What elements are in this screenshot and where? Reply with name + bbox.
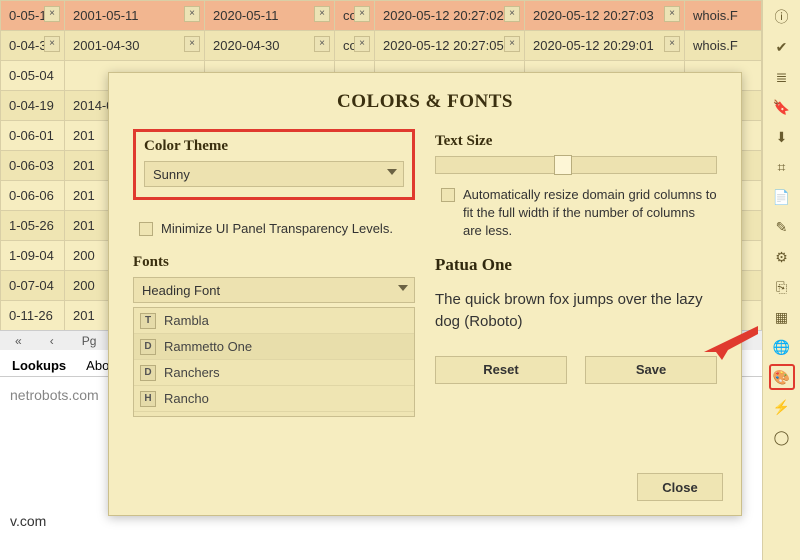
color-theme-select[interactable]: Sunny (144, 161, 404, 187)
sidebar-icon-1[interactable]: ✔ (769, 34, 795, 60)
sidebar-icon-0[interactable]: ⓘ (769, 4, 795, 30)
font-option[interactable]: D Ranchers (134, 360, 414, 386)
font-badge-icon: D (140, 365, 156, 381)
clear-filter-icon[interactable]: × (664, 36, 680, 52)
chevron-down-icon (387, 169, 397, 175)
clear-filter-icon[interactable]: × (184, 36, 200, 52)
font-option[interactable]: D Rammetto One (134, 334, 414, 360)
color-theme-highlight: Color Theme Sunny (133, 129, 415, 200)
clear-filter-icon[interactable]: × (314, 6, 330, 22)
slider-thumb[interactable] (554, 155, 572, 175)
auto-resize-label: Automatically resize domain grid columns… (463, 186, 717, 241)
sidebar-icon-4[interactable]: ⬇ (769, 124, 795, 150)
sidebar-icon-9[interactable]: ⎘ (769, 274, 795, 300)
sidebar-icon-3[interactable]: 🔖 (769, 94, 795, 120)
clear-filter-icon[interactable]: × (184, 6, 200, 22)
pager-first[interactable]: « (10, 333, 27, 349)
table-row[interactable]: 0-05-11×2001-05-11×2020-05-11×com×2020-0… (1, 1, 762, 31)
color-theme-value: Sunny (153, 167, 190, 182)
colors-fonts-dialog: COLORS & FONTS Color Theme Sunny Minimiz… (108, 72, 742, 516)
reset-button[interactable]: Reset (435, 356, 567, 384)
dialog-title: COLORS & FONTS (109, 73, 741, 129)
font-badge-icon: D (140, 339, 156, 355)
text-size-slider[interactable] (435, 156, 717, 174)
clear-filter-icon[interactable]: × (314, 36, 330, 52)
sidebar-icon-11[interactable]: 🌐 (769, 334, 795, 360)
sidebar-icon-7[interactable]: ✎ (769, 214, 795, 240)
save-button[interactable]: Save (585, 356, 717, 384)
text-size-label: Text Size (435, 133, 717, 150)
clear-filter-icon[interactable]: × (354, 6, 370, 22)
tab-lookups[interactable]: Lookups (12, 358, 66, 373)
font-role-value: Heading Font (142, 283, 220, 298)
minimize-transparency-checkbox[interactable] (139, 222, 153, 236)
sidebar-icon-14[interactable]: ◯ (769, 424, 795, 450)
clear-filter-icon[interactable]: × (44, 6, 60, 22)
sidebar-icon-12[interactable]: 🎨 (769, 364, 795, 390)
sidebar-icon-6[interactable]: 📄 (769, 184, 795, 210)
clear-filter-icon[interactable]: × (354, 36, 370, 52)
sidebar-icon-13[interactable]: ⚡ (769, 394, 795, 420)
clear-filter-icon[interactable]: × (44, 36, 60, 52)
color-theme-label: Color Theme (144, 138, 404, 155)
chevron-down-icon (398, 285, 408, 291)
clear-filter-icon[interactable]: × (504, 36, 520, 52)
font-option[interactable]: T Rambla (134, 308, 414, 334)
font-option-label: Rancho (164, 391, 209, 406)
sidebar-icon-5[interactable]: ⌗ (769, 154, 795, 180)
sidebar-icon-2[interactable]: ≣ (769, 64, 795, 90)
sidebar-icon-10[interactable]: ▦ (769, 304, 795, 330)
sidebar-icon-8[interactable]: ⚙ (769, 244, 795, 270)
font-preview-title: Patua One (435, 255, 717, 275)
font-option[interactable]: H Rancho (134, 386, 414, 412)
font-badge-icon: H (140, 391, 156, 407)
font-option-label: Rammetto One (164, 339, 252, 354)
font-option-label: Ranchers (164, 365, 220, 380)
auto-resize-checkbox[interactable] (441, 188, 455, 202)
minimize-transparency-label: Minimize UI Panel Transparency Levels. (161, 220, 393, 238)
font-list[interactable]: T Rambla D Rammetto One D Ranchers H Rancho (133, 307, 415, 417)
fonts-section-label: Fonts (133, 254, 415, 271)
clear-filter-icon[interactable]: × (664, 6, 680, 22)
font-badge-icon: T (140, 313, 156, 329)
font-role-select[interactable]: Heading Font (133, 277, 415, 303)
pager-label: Pg (77, 333, 102, 349)
font-option-label: Rambla (164, 313, 209, 328)
font-preview-body: The quick brown fox jumps over the lazy … (435, 289, 717, 334)
close-button[interactable]: Close (637, 473, 723, 501)
table-row[interactable]: 0-04-30×2001-04-30×2020-04-30×com×2020-0… (1, 31, 762, 61)
pager-prev[interactable]: ‹ (45, 333, 59, 349)
right-icon-strip: ⓘ ✔ ≣ 🔖 ⬇ ⌗ 📄 ✎ ⚙ ⎘ ▦ 🌐 🎨 ⚡ ◯ (762, 0, 800, 560)
clear-filter-icon[interactable]: × (504, 6, 520, 22)
